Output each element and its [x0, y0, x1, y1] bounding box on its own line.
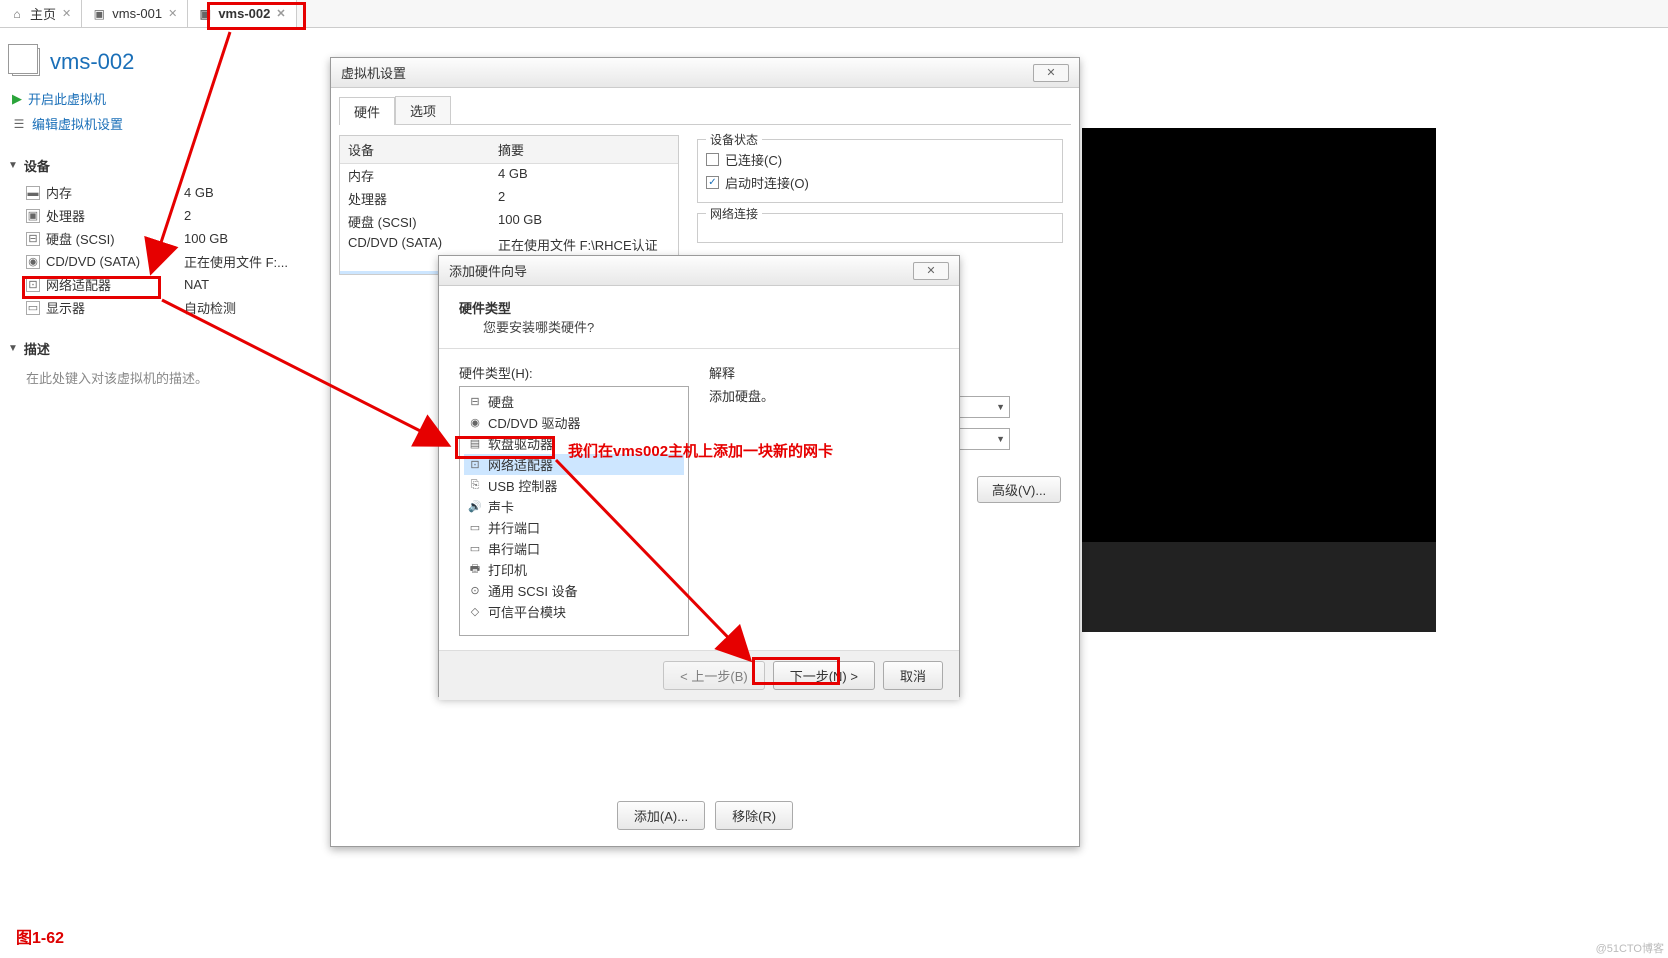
- device-row[interactable]: ▣处理器2: [8, 204, 312, 227]
- wizard-subheading: 您要安装哪类硬件?: [459, 317, 939, 336]
- edit-settings-label: 编辑虚拟机设置: [32, 114, 123, 133]
- chevron-down-icon: ▼: [8, 160, 18, 171]
- devices-header[interactable]: ▼ 设备: [8, 156, 312, 175]
- tab-options[interactable]: 选项: [395, 96, 451, 124]
- vm-summary-panel: vms-002 ▶ 开启此虚拟机 ☰ 编辑虚拟机设置 ▼ 设备 ▬内存4 GB …: [0, 30, 320, 405]
- dialog-titlebar: 虚拟机设置 ✕: [331, 58, 1079, 88]
- close-button[interactable]: ✕: [913, 262, 949, 280]
- annotation-text: 我们在vms002主机上添加一块新的网卡: [568, 440, 833, 461]
- add-hardware-wizard: 添加硬件向导 ✕ 硬件类型 您要安装哪类硬件? 硬件类型(H): ⊟硬盘 ◉CD…: [438, 255, 960, 697]
- close-button[interactable]: ✕: [1033, 64, 1069, 82]
- hw-item-serial: ▭串行端口: [464, 538, 684, 559]
- hw-item-sound: 🔊声卡: [464, 496, 684, 517]
- dialog-title: 虚拟机设置: [341, 63, 406, 82]
- network-connection-group: 网络连接: [697, 213, 1063, 243]
- description-header[interactable]: ▼ 描述: [8, 339, 312, 358]
- dialog-titlebar: 添加硬件向导 ✕: [439, 256, 959, 286]
- vm-icon: ▣: [198, 7, 212, 21]
- add-button[interactable]: 添加(A)...: [617, 801, 705, 830]
- edit-icon: ☰: [12, 117, 26, 131]
- remove-button[interactable]: 移除(R): [715, 801, 793, 830]
- hw-item-printer: 🖶打印机: [464, 559, 684, 580]
- play-icon: ▶: [12, 91, 22, 107]
- close-icon[interactable]: ✕: [168, 7, 177, 20]
- power-on-label: 开启此虚拟机: [28, 89, 106, 108]
- hardware-type-list[interactable]: ⊟硬盘 ◉CD/DVD 驱动器 ▤软盘驱动器 ⊡网络适配器 ⎘USB 控制器 🔊…: [459, 386, 689, 636]
- figure-label: 图1-62: [16, 924, 64, 948]
- hw-item-cddvd: ◉CD/DVD 驱动器: [464, 412, 684, 433]
- device-row[interactable]: ▬内存4 GB: [8, 181, 312, 204]
- close-icon[interactable]: ✕: [62, 7, 71, 20]
- settings-tabstrip: 硬件 选项: [339, 96, 1071, 125]
- chevron-down-icon: ▼: [8, 343, 18, 354]
- close-icon[interactable]: ✕: [276, 7, 285, 20]
- back-button: < 上一步(B): [663, 661, 765, 690]
- hw-item-usb: ⎘USB 控制器: [464, 475, 684, 496]
- vm-title-text: vms-002: [50, 49, 134, 75]
- next-button[interactable]: 下一步(N) >: [773, 661, 875, 690]
- checkbox-connected[interactable]: 已连接(C): [706, 148, 1054, 171]
- home-icon: ⌂: [10, 7, 24, 21]
- tab-bar: ⌂ 主页 ✕ ▣ vms-001 ✕ ▣ vms-002 ✕: [0, 0, 1668, 28]
- advanced-button[interactable]: 高级(V)...: [977, 476, 1061, 503]
- checkbox-connect-on-start[interactable]: ✓启动时连接(O): [706, 171, 1054, 194]
- device-row[interactable]: ◉CD/DVD (SATA)正在使用文件 F:...: [8, 250, 312, 273]
- explain-text: 添加硬盘。: [709, 386, 939, 405]
- device-row[interactable]: ⊟硬盘 (SCSI)100 GB: [8, 227, 312, 250]
- col-summary: 摘要: [490, 136, 678, 163]
- tab-vms-001[interactable]: ▣ vms-001 ✕: [82, 0, 188, 27]
- vm-title: vms-002: [8, 44, 312, 86]
- power-on-link[interactable]: ▶ 开启此虚拟机: [8, 86, 312, 111]
- device-list[interactable]: 设备 摘要 内存4 GB 处理器2 硬盘 (SCSI)100 GB CD/DVD…: [339, 135, 679, 275]
- devices-header-label: 设备: [24, 156, 50, 175]
- tab-label: vms-001: [112, 6, 162, 21]
- tab-hardware[interactable]: 硬件: [339, 97, 395, 125]
- hw-item-parallel: ▭并行端口: [464, 517, 684, 538]
- device-row-network[interactable]: ⊡网络适配器NAT: [8, 273, 312, 296]
- hardware-list-label: 硬件类型(H):: [459, 363, 689, 382]
- hw-item-tpm: ◇可信平台模块: [464, 601, 684, 622]
- tab-vms-002[interactable]: ▣ vms-002 ✕: [188, 0, 296, 27]
- col-device: 设备: [340, 136, 490, 163]
- description-header-label: 描述: [24, 339, 50, 358]
- device-row[interactable]: ▭显示器自动检测: [8, 296, 312, 319]
- vm-icon: ▣: [92, 7, 106, 21]
- hw-item-scsi: ⊙通用 SCSI 设备: [464, 580, 684, 601]
- hw-item-disk: ⊟硬盘: [464, 391, 684, 412]
- description-placeholder[interactable]: 在此处键入对该虚拟机的描述。: [8, 364, 312, 391]
- device-state-group: 设备状态 已连接(C) ✓启动时连接(O): [697, 139, 1063, 203]
- tab-home[interactable]: ⌂ 主页 ✕: [0, 0, 82, 27]
- tab-label: 主页: [30, 4, 56, 23]
- cancel-button[interactable]: 取消: [883, 661, 943, 690]
- tab-label: vms-002: [218, 6, 270, 21]
- explain-label: 解释: [709, 363, 939, 382]
- vm-icon-large: [12, 48, 40, 76]
- edit-settings-link[interactable]: ☰ 编辑虚拟机设置: [8, 111, 312, 136]
- vm-console-preview[interactable]: [1082, 128, 1436, 632]
- wizard-heading: 硬件类型: [459, 298, 939, 317]
- watermark: @51CTO博客: [1596, 940, 1664, 956]
- wizard-title: 添加硬件向导: [449, 261, 527, 280]
